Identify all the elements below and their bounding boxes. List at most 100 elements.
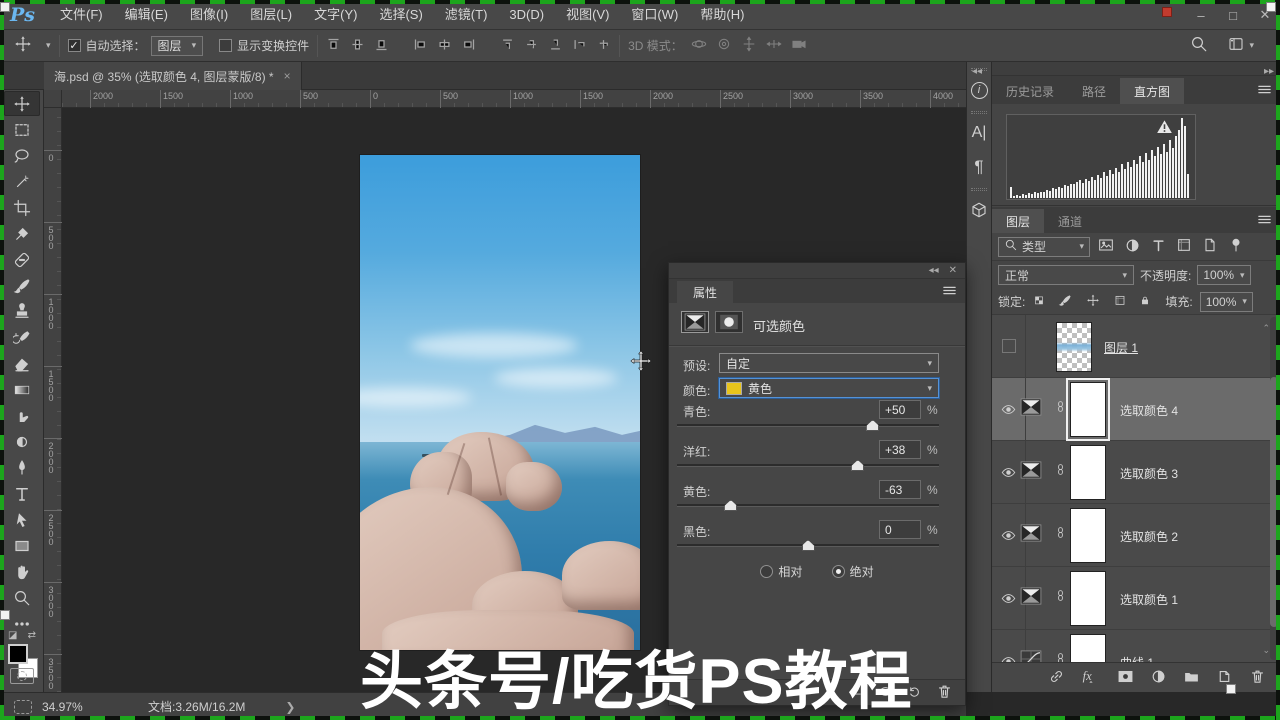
shape-filter-icon[interactable] [1176, 237, 1192, 256]
move-tool[interactable] [4, 91, 40, 116]
heal-tool[interactable] [4, 247, 40, 272]
lock-all-icon[interactable] [1138, 293, 1152, 310]
panel-menu-icon[interactable] [942, 283, 957, 301]
dist-left-icon[interactable] [572, 37, 587, 55]
radio-relative[interactable]: 相对 [760, 565, 802, 579]
panel-menu-icon[interactable] [1257, 212, 1272, 230]
document-tab[interactable]: 海.psd @ 35% (选取颜色 4, 图层蒙版/8) * × [44, 62, 302, 90]
menu-8[interactable]: 视图(V) [555, 0, 620, 30]
align-top-icon[interactable] [326, 37, 341, 55]
dock-collapse-arrows[interactable]: ◂◂ [972, 66, 982, 77]
menu-2[interactable]: 图像(I) [179, 0, 239, 30]
layer-mask-thumbnail[interactable] [1070, 445, 1106, 500]
fx-icon[interactable]: fx [1081, 668, 1101, 687]
menu-10[interactable]: 帮助(H) [689, 0, 755, 30]
layer-filter-dropdown[interactable]: 类型 ▾ [998, 237, 1090, 257]
selective-color-badge-icon[interactable] [681, 311, 709, 333]
shape-tool[interactable] [4, 533, 40, 558]
dodge-tool[interactable] [4, 429, 40, 454]
layer-mask-thumbnail[interactable] [1070, 634, 1106, 662]
layer-row-选取颜色 1[interactable]: 选取颜色 1 [992, 567, 1280, 630]
slider-value-field[interactable]: +50 [879, 400, 921, 419]
layer-row-选取颜色 3[interactable]: 选取颜色 3 [992, 441, 1280, 504]
tab-直方图[interactable]: 直方图 [1120, 78, 1184, 104]
menu-5[interactable]: 选择(S) [368, 0, 433, 30]
folder-icon[interactable] [1183, 668, 1200, 688]
blend-mode-dropdown[interactable]: 正常 ▾ [998, 265, 1134, 285]
color-filter-icon[interactable] [1228, 237, 1244, 256]
menu-9[interactable]: 窗口(W) [620, 0, 689, 30]
preset-dropdown[interactable]: 自定 ▾ [719, 353, 939, 373]
link-mask-icon[interactable] [1054, 526, 1067, 542]
quick-mask-button[interactable] [10, 668, 34, 684]
menu-4[interactable]: 文字(Y) [303, 0, 368, 30]
align-middle-v-icon[interactable] [350, 37, 365, 55]
move-tool-icon[interactable] [0, 35, 46, 56]
smudge-tool[interactable] [4, 403, 40, 428]
layer-mask-thumbnail[interactable] [1070, 571, 1106, 626]
3d-pan-icon[interactable] [741, 36, 757, 55]
radio-icon[interactable] [760, 565, 773, 578]
trash-icon[interactable] [936, 683, 953, 703]
smart-object-filter-icon[interactable] [1202, 237, 1218, 256]
tab-历史记录[interactable]: 历史记录 [992, 78, 1068, 104]
selective-color-icon[interactable] [1020, 587, 1042, 608]
scroll-up-chevron[interactable]: ⌃ [1262, 323, 1270, 334]
selective-color-icon[interactable] [1020, 524, 1042, 545]
menu-6[interactable]: 滤镜(T) [434, 0, 499, 30]
auto-select-checkbox[interactable]: ✓ [68, 39, 81, 52]
capture-handle[interactable] [0, 610, 10, 620]
slider-track[interactable] [677, 504, 939, 507]
adjustment-filter-icon[interactable] [1124, 237, 1141, 257]
3d-slide-icon[interactable] [766, 36, 782, 55]
layer-name[interactable]: 曲线 1 [1120, 654, 1154, 662]
3d-roll-icon[interactable] [716, 36, 732, 55]
3d-icon[interactable] [968, 195, 990, 225]
visibility-toggle[interactable] [992, 315, 1026, 377]
lasso-tool[interactable] [4, 143, 40, 168]
eraser-tool[interactable] [4, 351, 40, 376]
color-dropdown[interactable]: 黄色 ▾ [719, 378, 939, 398]
menu-0[interactable]: 文件(F) [49, 0, 114, 30]
gradient-tool[interactable] [4, 377, 40, 402]
link-mask-icon[interactable] [1054, 652, 1067, 662]
add-mask-icon[interactable] [1117, 668, 1134, 688]
foreground-color-swatch[interactable] [8, 644, 28, 664]
layer-row-选取颜色 4[interactable]: 选取颜色 4 [992, 378, 1280, 441]
3d-orbit-icon[interactable] [691, 36, 707, 55]
layer-row-图层 1[interactable]: 图层 1 [992, 315, 1280, 378]
stamp-tool[interactable] [4, 299, 40, 324]
wand-tool[interactable] [4, 169, 40, 194]
tab-close-icon[interactable]: × [284, 69, 291, 83]
capture-handle[interactable] [0, 2, 10, 12]
zoom-tool[interactable] [4, 585, 40, 610]
layer-name[interactable]: 选取颜色 1 [1120, 591, 1178, 608]
workspace-switcher[interactable]: ▾ [1228, 36, 1254, 55]
layer-name[interactable]: 选取颜色 2 [1120, 528, 1178, 545]
character-icon[interactable]: A| [968, 118, 990, 148]
pixel-filter-icon[interactable] [1098, 237, 1114, 256]
dist-center-v-icon[interactable] [524, 37, 539, 55]
link-mask-icon[interactable] [1054, 400, 1067, 416]
panel-collapse-icon[interactable]: ◂◂ [929, 265, 939, 276]
panels-expand-arrows[interactable]: ▸▸ [1264, 66, 1274, 77]
tab-通道[interactable]: 通道 [1044, 209, 1096, 233]
link-mask-icon[interactable] [1054, 463, 1067, 479]
lock-paint-icon[interactable] [1056, 291, 1074, 312]
tab-图层[interactable]: 图层 [992, 209, 1044, 233]
trash-icon[interactable] [1249, 668, 1266, 688]
swap-colors-icon[interactable]: ◪⇄ [4, 630, 40, 641]
maximize-button[interactable]: □ [1224, 8, 1242, 23]
type-filter-icon[interactable] [1151, 238, 1166, 256]
layer-name[interactable]: 选取颜色 3 [1120, 465, 1178, 482]
layer-mask-thumbnail[interactable] [1070, 508, 1106, 563]
zoom-level-field[interactable]: 34.97% [42, 700, 112, 714]
tab-properties[interactable]: 属性 [677, 281, 733, 303]
slider-value-field[interactable]: +38 [879, 440, 921, 459]
marquee-tool[interactable] [4, 117, 40, 142]
status-chevron-icon[interactable]: ❯ [285, 700, 295, 714]
align-bottom-icon[interactable] [374, 37, 389, 55]
panel-close-icon[interactable]: ✕ [949, 265, 957, 276]
path-select-tool[interactable] [4, 507, 40, 532]
layer-row-选取颜色 2[interactable]: 选取颜色 2 [992, 504, 1280, 567]
